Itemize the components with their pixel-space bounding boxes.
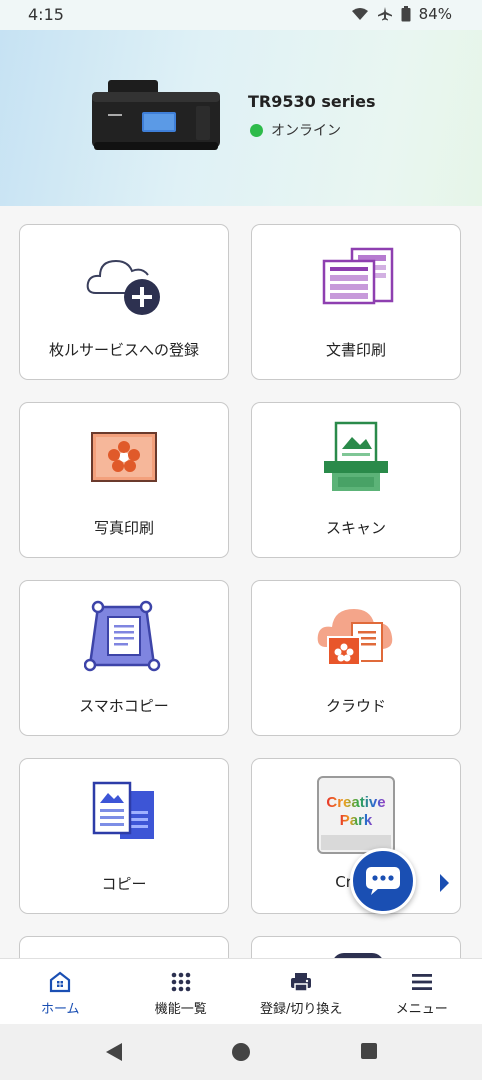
tile-partial-right[interactable] <box>251 936 461 958</box>
nav-label: 機能一覧 <box>154 1002 207 1017</box>
nav-home[interactable]: ホーム <box>0 959 121 1025</box>
printer-icon <box>291 973 312 992</box>
nav-label: 登録/切り換え <box>260 1002 343 1017</box>
scroll-right-arrow-icon[interactable] <box>438 872 450 894</box>
creative-park-logo-line2: Park <box>340 812 373 829</box>
status-time: 4:15 <box>28 5 64 24</box>
creative-park-logo-line1: Creative <box>326 794 385 811</box>
tile-scan[interactable]: スキャン <box>251 402 461 558</box>
tile-cloud-service-register[interactable]: 枚ルサービスへの登録 <box>19 224 229 380</box>
nav-menu[interactable]: メニュー <box>362 959 482 1025</box>
status-icons: 84% <box>351 5 452 23</box>
photo-print-icon <box>91 432 157 482</box>
wifi-icon <box>351 8 368 20</box>
nav-function-list[interactable]: 機能一覧 <box>121 959 242 1025</box>
tile-copy[interactable]: コピー <box>19 758 229 914</box>
chat-button[interactable] <box>350 848 416 914</box>
menu-icon <box>411 974 432 990</box>
grid-icon <box>171 972 191 992</box>
nav-register-switch[interactable]: 登録/切り換え <box>241 959 362 1025</box>
status-bar: 4:15 84% <box>0 0 482 30</box>
home-icon <box>50 971 71 993</box>
function-grid: 枚ルサービスへの登録 文書印刷 写真印刷 スキャン スマホコピー クラウド コピ… <box>0 206 482 958</box>
nav-label: メニュー <box>395 1002 448 1017</box>
scan-icon <box>324 421 388 491</box>
cloud-plus-icon <box>86 259 160 315</box>
battery-icon <box>401 6 411 22</box>
printer-header[interactable]: TR9530 series オンライン <box>0 30 482 206</box>
tile-label: コピー <box>101 875 147 893</box>
tile-label: 枚ルサービスへの登録 <box>48 341 199 359</box>
printer-status: オンライン <box>250 120 341 140</box>
recents-icon[interactable] <box>360 1042 378 1060</box>
cloud-icon <box>317 609 393 666</box>
tile-label: クラウド <box>325 697 386 715</box>
nav-label: ホーム <box>40 1002 80 1017</box>
printer-image <box>92 80 220 150</box>
chat-bubble-icon <box>366 867 400 895</box>
printer-status-text: オンライン <box>271 123 341 139</box>
tile-label: スマホコピー <box>79 697 169 715</box>
tile-partial-left[interactable] <box>19 936 229 958</box>
tile-cloud[interactable]: クラウド <box>251 580 461 736</box>
tile-label: 写真印刷 <box>93 519 154 537</box>
smartphone-copy-icon <box>84 600 161 672</box>
bottom-navigation: ホーム 機能一覧 登録/切り換え メニュー <box>0 958 482 1025</box>
back-icon[interactable] <box>104 1042 124 1062</box>
tile-smartphone-copy[interactable]: スマホコピー <box>19 580 229 736</box>
battery-percent: 84% <box>418 5 452 23</box>
creative-park-icon: Creative Park <box>317 776 395 854</box>
tile-label: 文書印刷 <box>325 341 386 359</box>
home-circle-icon[interactable] <box>231 1042 251 1062</box>
printer-name: TR9530 series <box>248 92 376 111</box>
tile-document-print[interactable]: 文書印刷 <box>251 224 461 380</box>
online-status-dot <box>250 123 263 137</box>
system-navigation-bar <box>0 1024 482 1080</box>
copy-icon <box>92 781 154 839</box>
airplane-icon <box>377 7 392 21</box>
document-print-icon <box>322 247 394 305</box>
tile-label: スキャン <box>325 519 386 537</box>
tile-photo-print[interactable]: 写真印刷 <box>19 402 229 558</box>
